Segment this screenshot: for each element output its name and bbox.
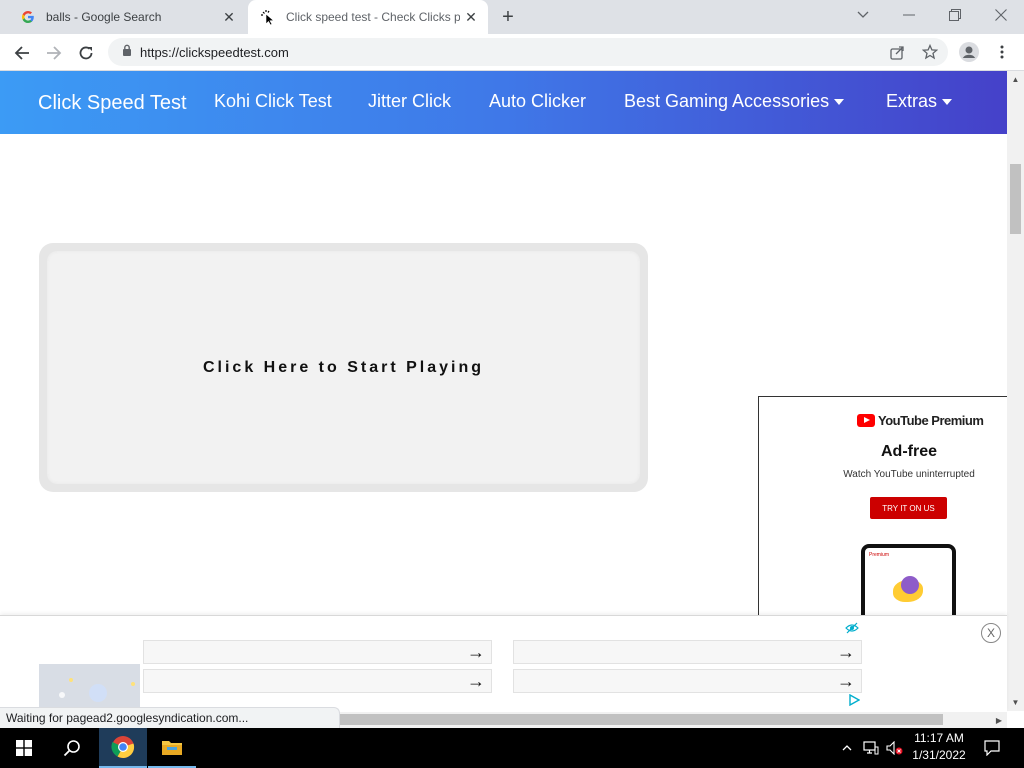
address-bar[interactable]: https://clickspeedtest.com	[108, 38, 948, 66]
ad-thumbnail-image[interactable]	[39, 664, 140, 712]
vertical-scroll-thumb[interactable]	[1010, 164, 1021, 234]
lock-icon[interactable]	[122, 43, 132, 61]
kebab-menu-icon[interactable]	[990, 40, 1014, 64]
minimize-icon[interactable]	[886, 0, 932, 30]
nav-label: Best Gaming Accessories	[624, 91, 830, 111]
close-ad-button[interactable]: X	[981, 623, 1001, 643]
tab-click-speed-test[interactable]: Click speed test - Check Clicks per ✕	[248, 0, 488, 34]
youtube-premium-brand: YouTube Premium	[878, 413, 984, 428]
clock-date: 1/31/2022	[912, 748, 966, 762]
caret-down-icon	[942, 99, 953, 106]
ad-subline: Watch YouTube uninterrupted	[843, 469, 975, 480]
nav-auto-clicker[interactable]: Auto Clicker	[489, 91, 586, 112]
search-icon[interactable]	[48, 728, 96, 768]
try-it-on-us-button[interactable]: TRY IT ON US	[870, 497, 947, 519]
plus-icon[interactable]: +	[497, 6, 519, 28]
scroll-right-arrow-icon[interactable]: ▶	[991, 712, 1007, 728]
volume-muted-icon[interactable]	[884, 738, 906, 758]
ad-headline: Ad-free	[880, 443, 937, 460]
nav-jitter-click[interactable]: Jitter Click	[368, 91, 451, 112]
clock-time: 11:17 AM	[914, 731, 964, 745]
arrow-right-icon: →	[837, 670, 855, 691]
bokeh-dot	[59, 692, 65, 698]
nav-extras[interactable]: Extras	[886, 91, 953, 112]
phone-illustration: Premium	[861, 544, 956, 617]
forward-icon[interactable]	[41, 40, 67, 66]
url-text: https://clickspeedtest.com	[140, 44, 289, 60]
tab-title: balls - Google Search	[46, 10, 162, 24]
arrow-right-icon: →	[467, 670, 485, 691]
back-icon[interactable]	[9, 40, 35, 66]
hide-ad-eye-icon[interactable]	[845, 622, 859, 637]
nav-best-gaming-accessories[interactable]: Best Gaming Accessories	[624, 91, 845, 112]
youtube-play-icon	[857, 414, 875, 427]
file-explorer-icon[interactable]	[148, 728, 196, 768]
notifications-icon[interactable]	[980, 738, 1004, 758]
restore-icon[interactable]	[932, 0, 978, 30]
ad-link-row[interactable]: →	[513, 640, 862, 664]
bokeh-dot	[69, 678, 73, 682]
chrome-taskbar-icon[interactable]	[99, 728, 147, 768]
chevron-down-icon[interactable]	[840, 0, 886, 30]
ad-link-row[interactable]: →	[513, 669, 862, 693]
youtube-premium-ad[interactable]: YouTube Premium Ad-free Watch YouTube un…	[758, 396, 1007, 618]
ad-link-row[interactable]: →	[143, 669, 492, 693]
chevron-up-icon[interactable]	[838, 738, 856, 758]
caret-down-icon	[834, 99, 845, 106]
close-tab-icon[interactable]: ✕	[218, 6, 240, 28]
click-test-area[interactable]: Click Here to Start Playing	[39, 243, 648, 492]
reload-icon[interactable]	[73, 40, 99, 66]
start-playing-label: Click Here to Start Playing	[202, 358, 485, 376]
ad-link-row[interactable]: →	[143, 640, 492, 664]
close-window-icon[interactable]	[978, 0, 1024, 30]
scroll-down-arrow-icon[interactable]: ▼	[1007, 694, 1024, 710]
bokeh-dot	[131, 682, 135, 686]
tab-google-search[interactable]: balls - Google Search ✕	[8, 0, 246, 34]
arrow-right-icon: →	[837, 641, 855, 662]
tab-title: Click speed test - Check Clicks per	[286, 10, 460, 24]
nav-label: Extras	[886, 91, 938, 111]
phone-art-shape	[901, 576, 919, 594]
phone-header: Premium	[869, 552, 890, 558]
nav-kohi-click-test[interactable]: Kohi Click Test	[214, 91, 332, 112]
share-icon[interactable]	[885, 40, 909, 64]
close-tab-icon[interactable]: ✕	[460, 6, 482, 28]
network-icon[interactable]	[860, 738, 882, 758]
windows-start-icon[interactable]	[0, 728, 48, 768]
site-brand-link[interactable]: Click Speed Test	[38, 92, 187, 115]
google-g-icon	[20, 9, 36, 25]
bokeh-dot	[89, 684, 107, 702]
horizontal-scroll-thumb[interactable]	[340, 714, 943, 725]
click-test-surface[interactable]: Click Here to Start Playing	[47, 251, 640, 484]
status-bubble: Waiting for pagead2.googlesyndication.co…	[0, 707, 340, 728]
arrow-right-icon: →	[467, 641, 485, 662]
system-clock[interactable]: 11:17 AM 1/31/2022	[904, 730, 974, 764]
scroll-up-arrow-icon[interactable]: ▲	[1007, 71, 1024, 87]
youtube-premium-logo: YouTube Premium	[857, 413, 984, 428]
bookmark-star-icon[interactable]	[918, 40, 942, 64]
profile-avatar-icon[interactable]	[957, 40, 981, 64]
cursor-click-icon	[260, 9, 276, 25]
adchoices-icon[interactable]	[848, 693, 861, 709]
